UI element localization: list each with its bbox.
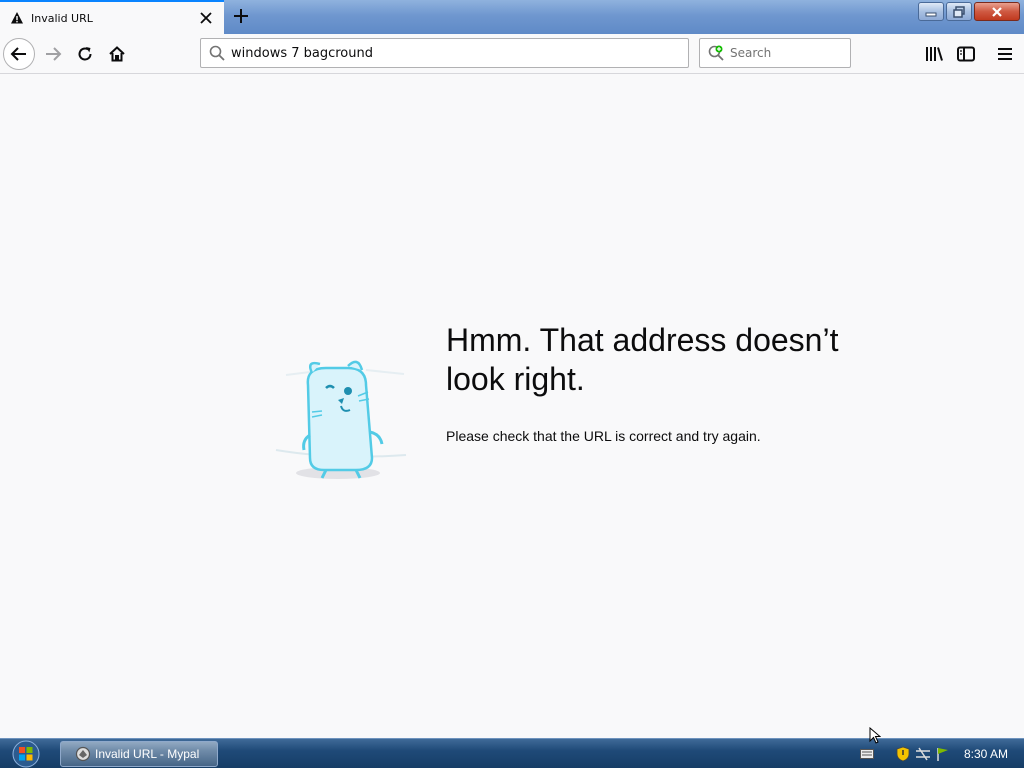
error-title: Hmm. That address doesn’t look right. [446, 322, 839, 397]
error-page: Hmm. That address doesn’t look right. Pl… [0, 75, 1024, 738]
tab-invalid-url[interactable]: Invalid URL [0, 0, 224, 34]
restore-button[interactable] [946, 2, 972, 21]
url-bar[interactable]: windows 7 bagcround [200, 38, 689, 68]
library-button[interactable] [920, 40, 948, 68]
library-icon [926, 47, 943, 61]
home-icon [109, 46, 125, 62]
clock[interactable]: 8:30 AM [964, 747, 1008, 761]
sidebar-button[interactable] [952, 40, 980, 68]
warning-icon [10, 11, 24, 25]
tab-title: Invalid URL [31, 11, 93, 25]
search-bar[interactable]: Search [699, 38, 851, 68]
close-tab-icon[interactable] [194, 6, 218, 30]
arrow-left-icon [10, 47, 26, 61]
hamburger-menu-icon [998, 48, 1012, 60]
mypal-app-icon [75, 746, 91, 762]
close-window-button[interactable] [974, 2, 1020, 21]
search-input[interactable]: Search [730, 46, 771, 60]
window-controls [918, 2, 1020, 21]
search-engine-icon [708, 45, 724, 61]
network-icon[interactable] [914, 745, 932, 763]
search-icon [209, 45, 225, 61]
restore-icon [953, 5, 965, 18]
navigation-toolbar: windows 7 bagcround Search [0, 34, 1024, 74]
forward-button[interactable] [37, 38, 69, 70]
taskbar-item-mypal[interactable]: Invalid URL - Mypal [60, 741, 218, 767]
reload-icon [78, 47, 92, 61]
minimize-icon [925, 12, 937, 16]
sidebar-icon [957, 46, 975, 62]
error-description: Please check that the URL is correct and… [446, 428, 761, 444]
plus-icon[interactable] [228, 3, 254, 29]
title-bar: Invalid URL [0, 0, 1024, 34]
start-button[interactable] [6, 740, 46, 768]
security-shield-icon[interactable] [894, 745, 912, 763]
flag-icon[interactable] [934, 745, 952, 763]
back-button[interactable] [3, 38, 35, 70]
close-icon [992, 6, 1002, 17]
menu-button[interactable] [991, 40, 1019, 68]
arrow-right-icon [46, 47, 62, 61]
keyboard-icon[interactable] [858, 745, 876, 763]
system-tray: 8:30 AM [858, 739, 1024, 768]
url-input[interactable]: windows 7 bagcround [231, 46, 373, 61]
home-button[interactable] [101, 38, 133, 70]
minimize-button[interactable] [918, 2, 944, 21]
taskbar-item-label: Invalid URL - Mypal [95, 747, 200, 761]
windows-start-icon [12, 740, 40, 768]
mouse-cursor-icon [869, 727, 881, 744]
reload-button[interactable] [69, 38, 101, 70]
confused-mascot-illustration [266, 340, 411, 485]
